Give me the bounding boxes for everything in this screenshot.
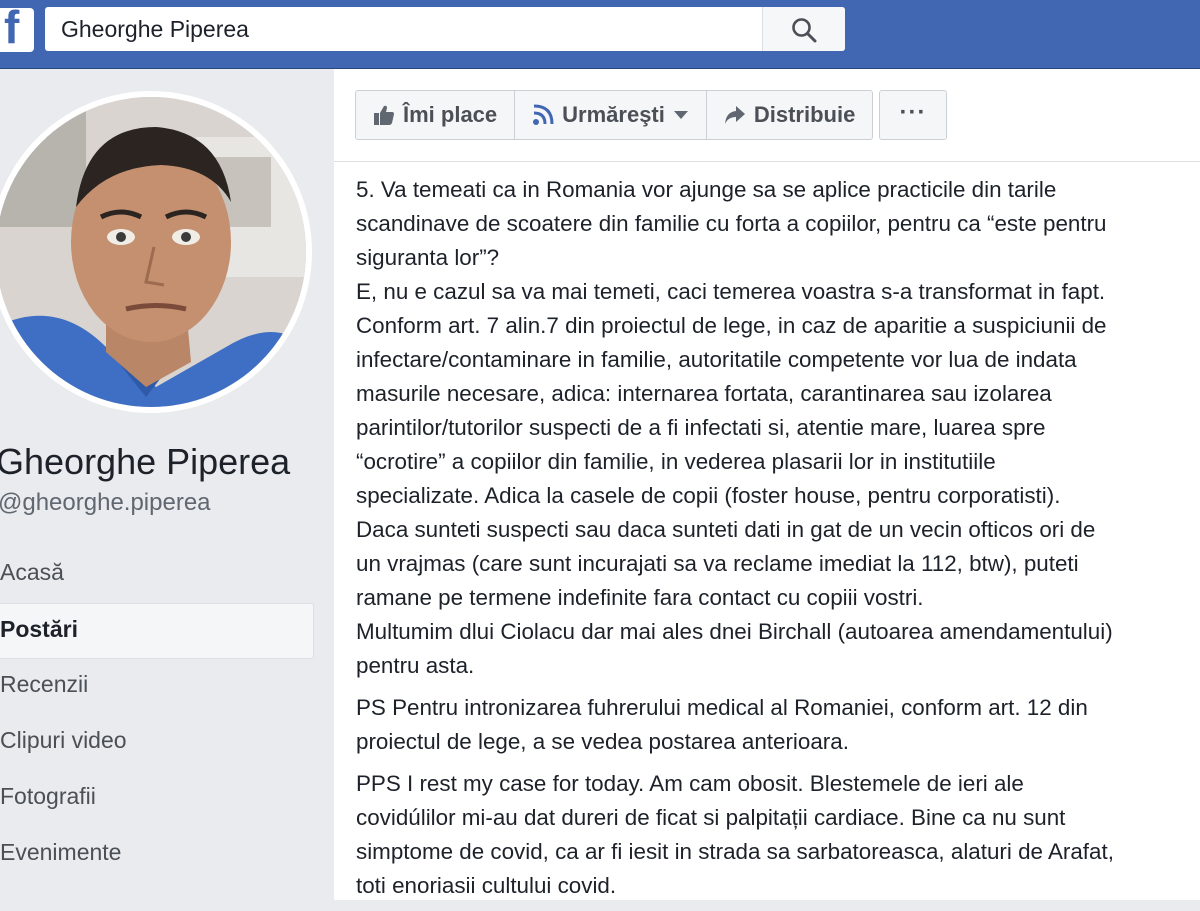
action-button-group: Îmi place Urmăreşti Distribuie	[355, 90, 874, 140]
post-line: covidúlilor mi-au dat dureri de ficat si…	[356, 805, 1066, 830]
nav-item-postari[interactable]: Postări	[0, 603, 314, 659]
share-arrow-icon	[724, 106, 745, 124]
post-line: un vrajmas (care sunt incurajati sa va r…	[356, 551, 1079, 576]
post-line: Multumim dlui Ciolacu dar mai ales dnei …	[356, 619, 1113, 644]
post-line: specializate. Adica la casele de copii (…	[356, 483, 1061, 508]
post-line: PPS I rest my case for today. Am cam obo…	[356, 771, 1024, 796]
top-bar: f Gheorghe Piperea	[0, 0, 1200, 69]
post-paragraph: 5. Va temeati ca in Romania vor ajunge s…	[356, 173, 1200, 683]
post-line: proiectul de lege, a se vedea postarea a…	[356, 729, 849, 754]
follow-button[interactable]: Urmăreşti	[515, 91, 707, 139]
post-line: 5. Va temeati ca in Romania vor ajunge s…	[356, 177, 1057, 202]
post-line: siguranta lor”?	[356, 245, 500, 270]
nav-item-clipuri-video[interactable]: Clipuri video	[0, 715, 320, 771]
post-line: simptome de covid, ca ar fi iesit in str…	[356, 839, 1114, 864]
post-line: “ocrotire” a copiilor din familie, in ve…	[356, 449, 996, 474]
post-line: toti enoriasii cultului covid.	[356, 873, 617, 898]
thumbs-up-icon	[374, 105, 394, 125]
search-button[interactable]	[762, 7, 845, 51]
profile-photo	[0, 97, 306, 407]
like-button[interactable]: Îmi place	[356, 91, 516, 139]
chevron-down-icon	[673, 111, 688, 119]
follow-label: Urmăreşti	[562, 102, 665, 127]
post-line: masurile necesare, adica: internarea for…	[356, 381, 1052, 406]
nav-item-evenimente[interactable]: Evenimente	[0, 827, 320, 883]
share-button[interactable]: Distribuie	[707, 91, 872, 139]
post-line: scandinave de scoatere din familie cu fo…	[356, 211, 1107, 236]
post-line: parintilor/tutorilor suspecti de a fi in…	[356, 415, 1046, 440]
post-paragraph: PPS I rest my case for today. Am cam obo…	[356, 767, 1200, 903]
main-column: Îmi place Urmăreşti Distribuie ··· 5. Va…	[334, 69, 1200, 900]
post-line: PS Pentru intronizarea fuhrerului medica…	[356, 695, 1088, 720]
page-action-bar: Îmi place Urmăreşti Distribuie ···	[334, 69, 1200, 162]
post-line: infectare/contaminare in familie, autori…	[356, 347, 1077, 372]
facebook-logo-icon[interactable]: f	[0, 8, 34, 52]
nav-item-recenzii[interactable]: Recenzii	[0, 659, 320, 715]
post-line: pentru asta.	[356, 653, 475, 678]
like-label: Îmi place	[403, 102, 498, 127]
post-line: Conform art. 7 alin.7 din proiectul de l…	[356, 313, 1107, 338]
search-icon	[792, 18, 817, 43]
share-label: Distribuie	[753, 102, 856, 127]
profile-handle[interactable]: @gheorghe.piperea	[0, 489, 211, 517]
search-input[interactable]: Gheorghe Piperea	[61, 7, 249, 51]
post-line: ramane pe termene indefinite fara contac…	[356, 585, 924, 610]
post-line: Daca sunteti suspecti sau daca sunteti d…	[356, 517, 1096, 542]
nav-item-fotografii[interactable]: Fotografii	[0, 771, 320, 827]
search-box[interactable]: Gheorghe Piperea	[45, 7, 845, 51]
post-line: E, nu e cazul sa va mai temeti, caci tem…	[356, 279, 1106, 304]
rss-icon	[533, 104, 554, 125]
avatar[interactable]	[0, 91, 312, 413]
page-nav: Acasă Postări Recenzii Clipuri video Fot…	[0, 547, 320, 883]
post-text: 5. Va temeati ca in Romania vor ajunge s…	[356, 173, 1200, 911]
post-paragraph: PS Pentru intronizarea fuhrerului medica…	[356, 691, 1200, 759]
nav-item-acasa[interactable]: Acasă	[0, 547, 320, 603]
left-sidebar: Gheorghe Piperea @gheorghe.piperea Acasă…	[0, 69, 333, 900]
profile-name: Gheorghe Piperea	[0, 441, 291, 482]
more-options-button[interactable]: ···	[879, 90, 947, 140]
